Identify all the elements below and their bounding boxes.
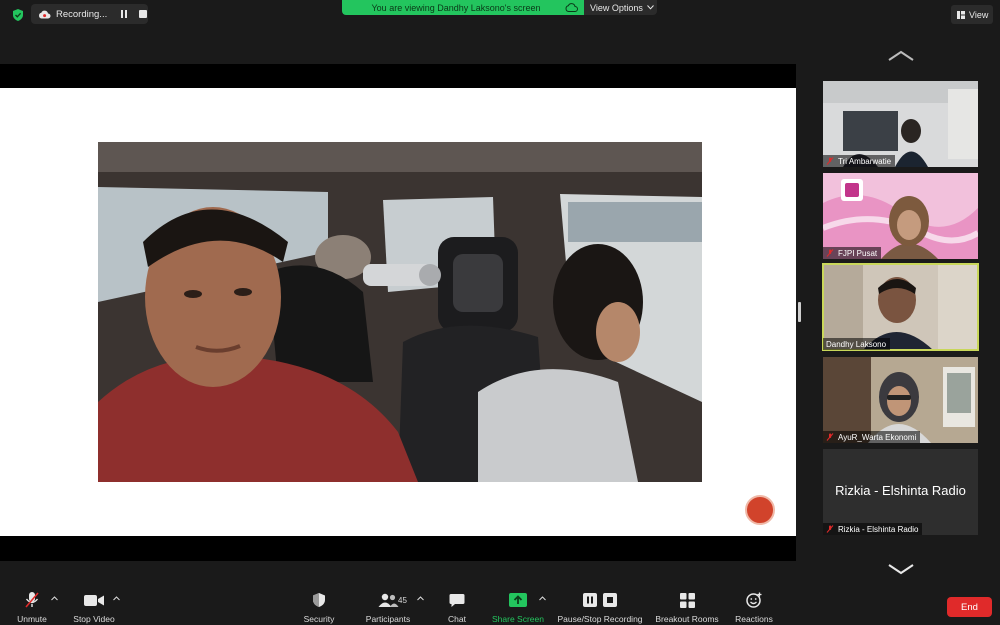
participant-name-label: Dandhy Laksono xyxy=(823,338,891,350)
mic-off-icon xyxy=(826,433,834,441)
shared-photo xyxy=(98,142,702,482)
share-options-chevron-icon[interactable] xyxy=(539,596,546,601)
stop-video-button[interactable]: Stop Video xyxy=(72,591,116,624)
participant-name: Tri Ambarwatie xyxy=(838,156,892,166)
chat-label: Chat xyxy=(448,614,466,624)
participant-name: FJPI Pusat xyxy=(838,248,878,258)
car-interior-photo xyxy=(98,142,702,482)
share-screen-button[interactable]: Share Screen xyxy=(490,591,546,624)
chevron-down-icon xyxy=(647,5,654,10)
video-tile-ayur-warta-ekonomi[interactable]: AyuR_Warta Ekonomi xyxy=(823,357,978,443)
recording-label: Recording... xyxy=(56,8,108,20)
unmute-label: Unmute xyxy=(17,614,47,624)
view-options-button[interactable]: View Options xyxy=(584,0,657,15)
panel-resize-handle[interactable] xyxy=(798,302,801,322)
participants-options-chevron-icon[interactable] xyxy=(417,596,424,601)
view-button[interactable]: View xyxy=(951,5,993,24)
participant-name-label: FJPI Pusat xyxy=(823,247,882,259)
breakout-rooms-button[interactable]: Breakout Rooms xyxy=(654,591,720,624)
stop-recording-icon[interactable] xyxy=(139,10,147,18)
pause-recording-icon[interactable] xyxy=(120,10,128,18)
participants-count: 45 xyxy=(398,596,407,605)
security-label: Security xyxy=(303,614,335,624)
recording-indicator[interactable]: Recording... xyxy=(31,4,148,24)
end-meeting-button[interactable]: End xyxy=(947,597,992,617)
share-screen-icon xyxy=(509,593,527,607)
cloud-icon xyxy=(565,3,578,12)
top-bar: Recording... You are viewing Dandhy Laks… xyxy=(0,0,1000,30)
participant-name-label: Tri Ambarwatie xyxy=(823,155,896,167)
video-tile-tri-ambarwatie[interactable]: Tri Ambarwatie xyxy=(823,81,978,167)
view-button-label: View xyxy=(969,9,989,20)
mic-off-icon xyxy=(826,525,834,533)
video-tile-fjpi-pusat[interactable]: FJPI Pusat xyxy=(823,173,978,259)
reactions-label: Reactions xyxy=(735,614,773,624)
mic-off-icon xyxy=(826,157,834,165)
pause-stop-recording-icon xyxy=(583,593,617,607)
shield-icon xyxy=(313,593,325,607)
participants-label: Participants xyxy=(365,614,411,624)
participant-name-label: AyuR_Warta Ekonomi xyxy=(823,431,921,443)
cloud-record-icon xyxy=(39,10,51,18)
viewing-banner-text: You are viewing Dandhy Laksono's screen xyxy=(371,2,541,13)
reactions-button[interactable]: Reactions xyxy=(733,591,775,624)
view-options-label: View Options xyxy=(590,2,643,13)
shield-icon[interactable] xyxy=(11,8,25,22)
participant-name: Dandhy Laksono xyxy=(826,339,887,349)
video-tile-rizkia-elshinta-radio[interactable]: Rizkia - Elshinta Radio Rizkia - Elshint… xyxy=(823,449,978,535)
breakout-rooms-icon xyxy=(679,592,695,608)
pause-stop-recording-label: Pause/Stop Recording xyxy=(557,614,643,624)
chevron-up-icon[interactable] xyxy=(888,50,914,62)
slide-logo xyxy=(745,495,775,525)
breakout-rooms-label: Breakout Rooms xyxy=(655,614,719,624)
pause-stop-recording-button[interactable]: Pause/Stop Recording xyxy=(556,591,644,624)
security-button[interactable]: Security xyxy=(302,591,336,624)
participant-name: Rizkia - Elshinta Radio xyxy=(838,524,919,534)
chat-button[interactable]: Chat xyxy=(443,591,471,624)
viewing-banner: You are viewing Dandhy Laksono's screen xyxy=(342,0,584,15)
video-tile-dandhy-laksono[interactable]: Dandhy Laksono xyxy=(822,263,979,351)
participant-display-name: Rizkia - Elshinta Radio xyxy=(835,483,966,498)
video-options-chevron-icon[interactable] xyxy=(113,596,120,601)
participant-name: AyuR_Warta Ekonomi xyxy=(838,432,917,442)
participants-icon xyxy=(378,593,399,607)
share-screen-label: Share Screen xyxy=(492,614,544,624)
mic-muted-icon xyxy=(25,592,39,608)
chat-icon xyxy=(449,593,465,607)
stop-video-label: Stop Video xyxy=(73,614,115,624)
video-camera-icon xyxy=(84,594,104,606)
unmute-button[interactable]: Unmute xyxy=(14,591,50,624)
mic-off-icon xyxy=(826,249,834,257)
emoji-reactions-icon xyxy=(746,592,762,608)
chevron-down-icon[interactable] xyxy=(888,563,914,575)
audio-options-chevron-icon[interactable] xyxy=(51,596,58,601)
grid-view-icon xyxy=(957,10,965,19)
participant-name-label: Rizkia - Elshinta Radio xyxy=(823,523,923,535)
meeting-toolbar: Unmute Stop Video Security Participants … xyxy=(0,587,1000,625)
